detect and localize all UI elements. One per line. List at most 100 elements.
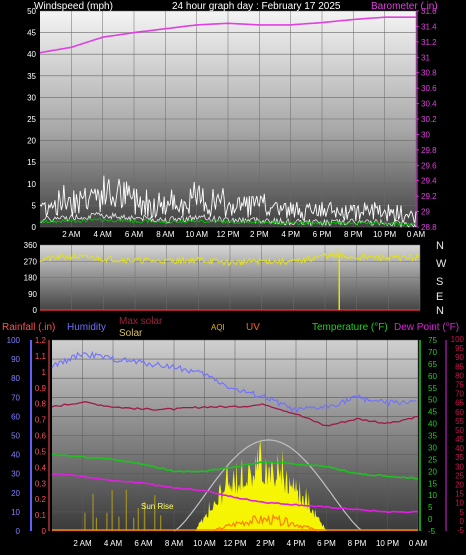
rain-tick-label: 0.2 bbox=[35, 495, 47, 504]
temp-tick-label: 15 bbox=[428, 479, 437, 488]
humidity-tick-label: 10 bbox=[11, 508, 20, 517]
baro-tick-label: 29.8 bbox=[421, 146, 437, 155]
dew-tick-label: 90 bbox=[455, 353, 464, 362]
legend-humidity: Humidity bbox=[67, 322, 106, 333]
humidity-tick-label: 90 bbox=[11, 355, 20, 364]
wind-tick-label: 15 bbox=[27, 158, 36, 167]
weather-graph-root: 0 5 10 15 20 25 30 35 40 45 50 28.8 29 29.2 29.4 29.6 29… bbox=[0, 0, 466, 555]
x-tick-label-top: 12 PM bbox=[216, 230, 239, 239]
temp-tick-label: -5 bbox=[428, 527, 436, 536]
baro-tick-label: 29.6 bbox=[421, 161, 437, 170]
x-tick-label-bottom: 10 AM bbox=[193, 539, 216, 548]
baro-tick-label: 29 bbox=[421, 208, 430, 217]
x-tick-label-top: 8 PM bbox=[344, 230, 363, 239]
humidity-tick-label: 40 bbox=[11, 451, 20, 460]
dew-tick-label: -5 bbox=[457, 526, 465, 535]
x-tick-label-top: 10 AM bbox=[185, 230, 208, 239]
sunrise-label: Sun Rise bbox=[141, 502, 174, 511]
dew-tick-label: 70 bbox=[455, 390, 464, 399]
baro-tick-label: 31 bbox=[421, 53, 430, 62]
wind-tick-label: 10 bbox=[27, 180, 36, 189]
rain-tick-label: 0.9 bbox=[35, 384, 47, 393]
dew-tick-label: 0 bbox=[460, 517, 465, 526]
dew-tick-label: 65 bbox=[455, 399, 464, 408]
rain-tick-label: 0.4 bbox=[35, 463, 47, 472]
legend-dewpoint: Dew Point (°F) bbox=[394, 322, 459, 333]
humidity-tick-label: 100 bbox=[7, 336, 21, 345]
dew-tick-label: 85 bbox=[455, 362, 464, 371]
compass-e: E bbox=[436, 291, 443, 303]
temp-tick-label: 70 bbox=[428, 348, 437, 357]
dew-tick-label: 10 bbox=[455, 499, 464, 508]
dir-tick-label: 90 bbox=[28, 290, 37, 299]
wind-tick-label: 45 bbox=[27, 29, 36, 38]
temp-tick-label: 40 bbox=[428, 420, 437, 429]
rain-tick-label: 0.7 bbox=[35, 416, 47, 425]
baro-tick-label: 30 bbox=[421, 130, 430, 139]
temp-tick-label: 60 bbox=[428, 372, 437, 381]
wind-tick-label: 30 bbox=[27, 93, 36, 102]
temp-tick-label: 65 bbox=[428, 360, 437, 369]
x-tick-label-top: 2 PM bbox=[250, 230, 269, 239]
humidity-tick-label: 50 bbox=[11, 432, 20, 441]
dew-tick-label: 95 bbox=[455, 344, 464, 353]
legend-temperature: Temperature (°F) bbox=[312, 322, 388, 333]
dew-tick-label: 20 bbox=[455, 481, 464, 490]
dir-tick-label: 360 bbox=[24, 241, 38, 250]
rain-tick-label: 1.2 bbox=[35, 336, 47, 345]
wind-tick-label: 0 bbox=[32, 223, 37, 232]
legend-max-solar: Max solar bbox=[119, 316, 163, 327]
x-tick-label-top: 0 AM bbox=[407, 230, 426, 239]
baro-tick-label: 31.2 bbox=[421, 38, 437, 47]
humidity-tick-label: 70 bbox=[11, 393, 20, 402]
dew-tick-label: 40 bbox=[455, 444, 464, 453]
legend-rainfall: Rainfall (.in) bbox=[2, 322, 55, 333]
x-tick-label-bottom: 2 PM bbox=[256, 539, 275, 548]
x-tick-label-bottom: 8 PM bbox=[348, 539, 367, 548]
x-tick-label-top: 4 AM bbox=[94, 230, 113, 239]
temp-tick-label: 45 bbox=[428, 408, 437, 417]
humidity-tick-label: 30 bbox=[11, 470, 20, 479]
dew-tick-label: 60 bbox=[455, 408, 464, 417]
dew-tick-label: 30 bbox=[455, 462, 464, 471]
x-tick-label-bottom: 8 AM bbox=[165, 539, 184, 548]
temp-tick-label: 5 bbox=[428, 503, 433, 512]
dew-tick-label: 15 bbox=[455, 490, 464, 499]
temp-tick-label: 25 bbox=[428, 455, 437, 464]
x-tick-label-bottom: 2 AM bbox=[73, 539, 92, 548]
wind-tick-label: 5 bbox=[32, 201, 37, 210]
humidity-tick-label: 60 bbox=[11, 412, 20, 421]
wind-tick-label: 35 bbox=[27, 72, 36, 81]
wind-tick-label: 20 bbox=[27, 137, 36, 146]
rain-tick-label: 0.8 bbox=[35, 400, 47, 409]
baro-tick-label: 30.6 bbox=[421, 84, 437, 93]
temp-tick-label: 75 bbox=[428, 336, 437, 345]
dir-tick-label: 270 bbox=[24, 257, 38, 266]
dir-tick-label: 0 bbox=[33, 306, 38, 315]
dew-tick-label: 80 bbox=[455, 371, 464, 380]
legend-solar: Solar bbox=[119, 328, 143, 339]
temp-tick-label: 10 bbox=[428, 491, 437, 500]
baro-tick-label: 30.2 bbox=[421, 115, 437, 124]
x-tick-label-bottom: 4 PM bbox=[287, 539, 306, 548]
temp-tick-label: 30 bbox=[428, 443, 437, 452]
rain-tick-label: 0.6 bbox=[35, 432, 47, 441]
dew-tick-label: 50 bbox=[455, 426, 464, 435]
x-tick-label-top: 2 AM bbox=[62, 230, 81, 239]
dew-tick-label: 45 bbox=[455, 435, 464, 444]
x-tick-label-bottom: 4 AM bbox=[104, 539, 123, 548]
x-tick-label-bottom: 12 PM bbox=[223, 539, 246, 548]
humidity-tick-label: 0 bbox=[16, 527, 21, 536]
dew-tick-label: 100 bbox=[451, 335, 465, 344]
humidity-tick-label: 20 bbox=[11, 489, 20, 498]
legend-uv: UV bbox=[246, 322, 260, 333]
x-tick-label-bottom: 6 PM bbox=[317, 539, 336, 548]
windspeed-axis-title: Windspeed (mph) bbox=[34, 1, 113, 12]
baro-tick-label: 29.2 bbox=[421, 192, 437, 201]
temp-tick-label: 0 bbox=[428, 515, 433, 524]
temp-tick-label: 20 bbox=[428, 467, 437, 476]
x-tick-label-top: 4 PM bbox=[281, 230, 300, 239]
x-tick-label-bottom: 10 PM bbox=[376, 539, 399, 548]
dew-tick-label: 75 bbox=[455, 380, 464, 389]
wind-tick-label: 40 bbox=[27, 50, 36, 59]
